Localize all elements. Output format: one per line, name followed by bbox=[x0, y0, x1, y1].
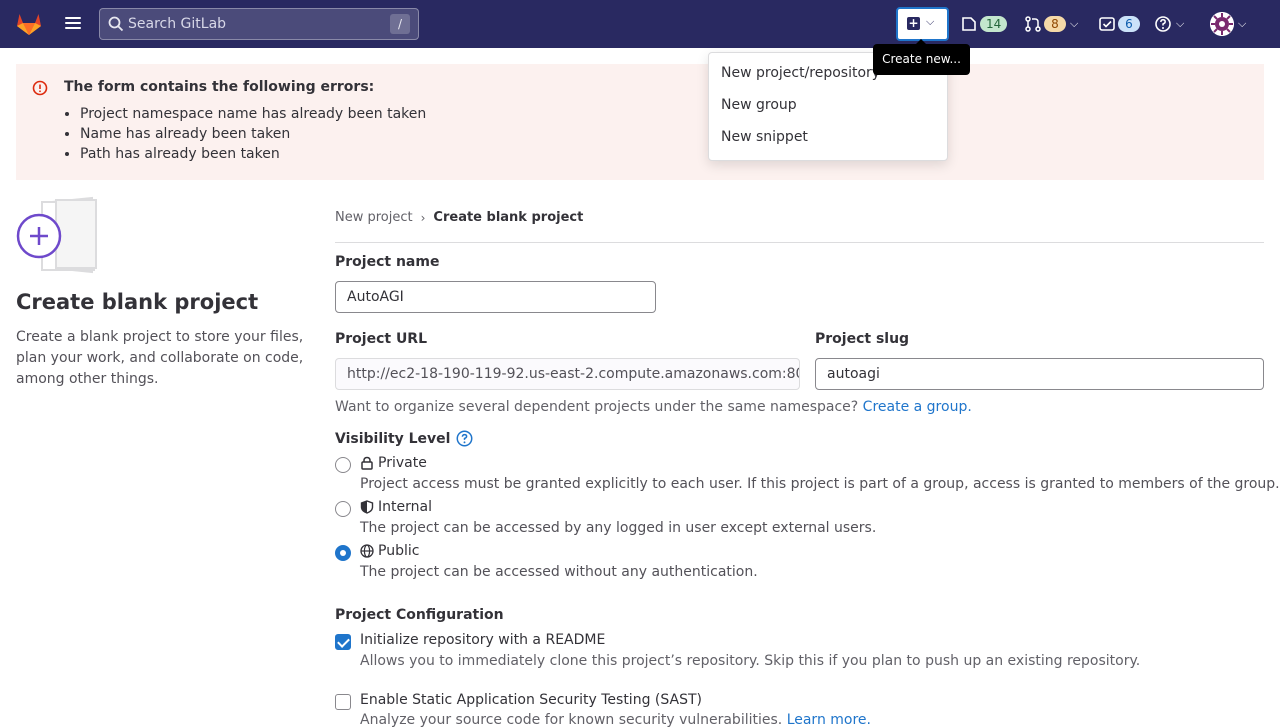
chevron-down-icon: ⌵ bbox=[926, 15, 935, 28]
merge-request-icon bbox=[1025, 16, 1041, 32]
project-name-label: Project name bbox=[335, 254, 440, 270]
panel-title: Create blank project bbox=[16, 290, 259, 314]
breadcrumb-new-project[interactable]: New project bbox=[335, 210, 413, 225]
avatar bbox=[1210, 12, 1234, 36]
visibility-private-desc: Project access must be granted explicitl… bbox=[360, 476, 1280, 492]
sast-label[interactable]: Enable Static Application Security Testi… bbox=[360, 692, 702, 708]
user-menu[interactable]: ⌵ bbox=[1210, 12, 1246, 36]
new-snippet-menu-item[interactable]: New snippet bbox=[721, 129, 808, 149]
merge-requests-count-badge: 8 bbox=[1044, 16, 1066, 32]
error-item: Project namespace name has already been … bbox=[80, 104, 426, 124]
gitlab-logo-icon[interactable] bbox=[16, 12, 42, 36]
project-url-label: Project URL bbox=[335, 331, 428, 347]
visibility-private-label: Private bbox=[378, 455, 427, 471]
help-icon bbox=[1155, 16, 1171, 32]
error-alert: The form contains the following errors: … bbox=[16, 64, 1264, 180]
plus-square-icon: + bbox=[907, 16, 920, 30]
project-url-input[interactable]: http://ec2-18-190-119-92.us-east-2.compu… bbox=[335, 358, 800, 390]
breadcrumb-current: Create blank project bbox=[433, 210, 584, 225]
lock-icon bbox=[361, 456, 373, 470]
issues-icon bbox=[962, 17, 976, 31]
sast-checkbox[interactable] bbox=[335, 694, 351, 710]
hamburger-menu-icon[interactable] bbox=[62, 14, 84, 34]
search-placeholder: Search GitLab bbox=[128, 16, 227, 32]
error-icon bbox=[32, 80, 48, 96]
visibility-internal-desc: The project can be accessed by any logge… bbox=[360, 520, 877, 536]
project-configuration-label: Project Configuration bbox=[335, 607, 504, 623]
alert-title: The form contains the following errors: bbox=[64, 79, 375, 95]
help-nav[interactable]: ⌵ bbox=[1154, 12, 1184, 36]
shield-icon bbox=[360, 500, 374, 514]
top-navbar: Search GitLab / + ⌵ 14 8 ⌵ 6 ⌵ ⌵ bbox=[0, 0, 1280, 48]
project-slug-input[interactable]: autoagi bbox=[815, 358, 1264, 390]
readme-label[interactable]: Initialize repository with a README bbox=[360, 632, 605, 648]
visibility-private-radio[interactable] bbox=[335, 457, 351, 473]
create-new-button[interactable]: + ⌵ bbox=[896, 7, 949, 41]
visibility-public-option[interactable]: Public bbox=[360, 543, 419, 559]
project-slug-label: Project slug bbox=[815, 331, 910, 347]
visibility-internal-label: Internal bbox=[378, 499, 432, 515]
todos-nav[interactable]: 6 bbox=[1098, 12, 1140, 36]
avatar-image bbox=[1210, 12, 1234, 36]
visibility-private-option[interactable]: Private bbox=[360, 455, 427, 471]
chevron-down-icon: ⌵ bbox=[1238, 17, 1247, 30]
globe-icon bbox=[360, 544, 374, 558]
panel-description: Create a blank project to store your fil… bbox=[16, 329, 304, 387]
error-list: Project namespace name has already been … bbox=[80, 104, 426, 164]
chevron-right-icon: › bbox=[420, 210, 426, 225]
issues-nav[interactable]: 14 bbox=[960, 12, 1008, 36]
blank-project-illustration bbox=[16, 196, 97, 274]
visibility-internal-option[interactable]: Internal bbox=[360, 499, 432, 515]
merge-requests-nav[interactable]: 8 ⌵ bbox=[1024, 12, 1078, 36]
create-new-tooltip: Create new... bbox=[873, 39, 970, 75]
issues-count-badge: 14 bbox=[980, 16, 1008, 32]
new-group-menu-item[interactable]: New group bbox=[721, 97, 797, 117]
namespace-help: Want to organize several dependent proje… bbox=[335, 399, 859, 415]
search-input[interactable]: Search GitLab / bbox=[99, 8, 419, 40]
learn-more-link[interactable]: Learn more. bbox=[787, 712, 871, 728]
create-group-link[interactable]: Create a group. bbox=[863, 399, 972, 415]
todos-count-badge: 6 bbox=[1118, 16, 1140, 32]
todo-icon bbox=[1099, 17, 1115, 31]
chevron-down-icon: ⌵ bbox=[1070, 17, 1079, 30]
visibility-level-heading: Visibility Level bbox=[335, 430, 473, 447]
help-icon[interactable] bbox=[456, 430, 473, 447]
visibility-internal-radio[interactable] bbox=[335, 501, 351, 517]
error-item: Path has already been taken bbox=[80, 144, 426, 164]
namespace-help-text: Want to organize several dependent proje… bbox=[335, 399, 972, 415]
chevron-down-icon: ⌵ bbox=[1176, 17, 1185, 30]
visibility-level-label: Visibility Level bbox=[335, 430, 451, 447]
visibility-public-label: Public bbox=[378, 543, 420, 559]
breadcrumb: New project › Create blank project bbox=[335, 210, 583, 225]
readme-checkbox[interactable] bbox=[335, 634, 351, 650]
sast-description-text: Analyze your source code for known secur… bbox=[360, 712, 871, 728]
readme-description: Allows you to immediately clone this pro… bbox=[360, 653, 1141, 669]
search-icon bbox=[108, 16, 124, 32]
visibility-public-radio[interactable] bbox=[335, 545, 351, 561]
project-name-input[interactable]: AutoAGI bbox=[335, 281, 656, 313]
divider bbox=[335, 242, 1264, 243]
new-project-menu-item[interactable]: New project/repository bbox=[721, 65, 880, 85]
error-item: Name has already been taken bbox=[80, 124, 426, 144]
sast-description: Analyze your source code for known secur… bbox=[360, 712, 783, 728]
visibility-public-desc: The project can be accessed without any … bbox=[360, 564, 758, 580]
search-shortcut-key: / bbox=[390, 14, 410, 34]
